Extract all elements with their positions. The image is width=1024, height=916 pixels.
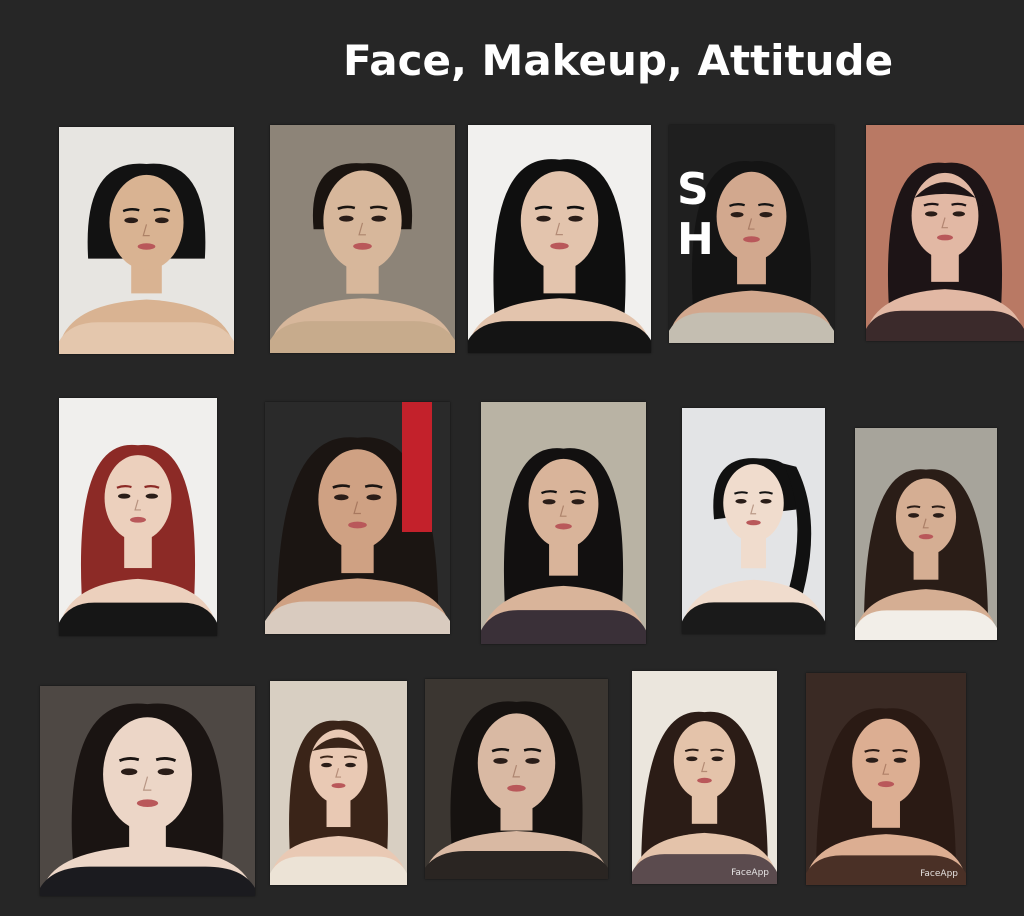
- portrait-illustration: [866, 162, 1024, 341]
- portrait-illustration: [682, 458, 825, 634]
- portrait-photo-15: FaceApp: [806, 673, 966, 885]
- portrait-illustration: [270, 163, 455, 353]
- portrait-illustration: [806, 708, 966, 885]
- red-backdrop-band: [402, 402, 432, 532]
- portrait-photo-3: [468, 125, 651, 353]
- portrait-illustration: [59, 444, 217, 636]
- portrait-photo-1: [59, 127, 234, 354]
- watermark-text: FaceApp: [731, 868, 769, 878]
- portrait-photo-5: [866, 125, 1024, 341]
- portrait-photo-4: S H: [669, 125, 834, 343]
- portrait-photo-12: [270, 681, 407, 885]
- portrait-photo-11: [40, 686, 255, 896]
- portrait-photo-8: [481, 402, 646, 644]
- portrait-photo-14: FaceApp: [632, 671, 777, 884]
- portrait-photo-13: [425, 679, 608, 879]
- portrait-photo-10: [855, 428, 997, 640]
- portrait-illustration: [481, 448, 646, 644]
- portrait-photo-6: [59, 398, 217, 636]
- watermark-text: FaceApp: [920, 869, 958, 879]
- portrait-illustration: [855, 469, 997, 640]
- portrait-illustration: [468, 159, 651, 353]
- portrait-illustration: [425, 701, 608, 879]
- portrait-illustration: [40, 703, 255, 896]
- page-title: Face, Makeup, Attitude: [343, 36, 894, 85]
- portrait-photo-9: [682, 408, 825, 634]
- portrait-photo-7: [265, 402, 450, 634]
- backdrop-sign-text: S H: [677, 164, 714, 265]
- portrait-illustration: [59, 163, 234, 354]
- portrait-illustration: [632, 711, 777, 884]
- portrait-photo-2: [270, 125, 455, 353]
- portrait-illustration: [270, 720, 407, 885]
